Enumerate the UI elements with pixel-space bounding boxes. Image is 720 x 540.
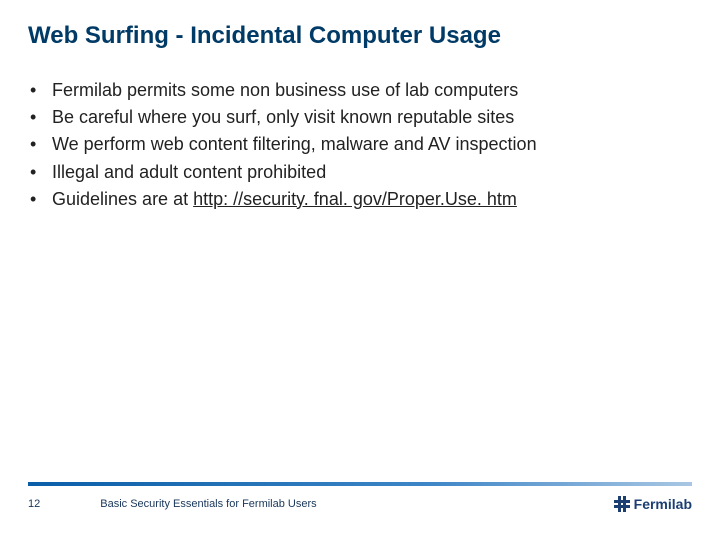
bullet-text: We perform web content filtering, malwar… [52, 132, 692, 157]
bullet-text: Fermilab permits some non business use o… [52, 78, 692, 103]
bullet-list: • Fermilab permits some non business use… [28, 78, 692, 212]
footer-title: Basic Security Essentials for Fermilab U… [100, 498, 316, 510]
list-item: • We perform web content filtering, malw… [28, 132, 692, 157]
bullet-dot: • [28, 160, 52, 185]
bullet-text: Illegal and adult content prohibited [52, 160, 692, 185]
footer-row: 12 Basic Security Essentials for Fermila… [28, 496, 692, 512]
footer-left: 12 Basic Security Essentials for Fermila… [28, 498, 317, 510]
bullet-prefix: Guidelines are at [52, 189, 193, 209]
fermilab-logo: Fermilab [614, 496, 692, 512]
footer-rule [28, 482, 692, 486]
logo-text: Fermilab [634, 496, 692, 512]
list-item: • Fermilab permits some non business use… [28, 78, 692, 103]
page-number: 12 [28, 498, 40, 510]
list-item: • Illegal and adult content prohibited [28, 160, 692, 185]
fermilab-logo-icon [614, 496, 630, 512]
bullet-text: Be careful where you surf, only visit kn… [52, 105, 692, 130]
slide-title: Web Surfing - Incidental Computer Usage [28, 22, 692, 50]
bullet-dot: • [28, 78, 52, 103]
bullet-text: Guidelines are at http: //security. fnal… [52, 187, 692, 212]
slide: Web Surfing - Incidental Computer Usage … [0, 0, 720, 540]
list-item: • Be careful where you surf, only visit … [28, 105, 692, 130]
guidelines-link[interactable]: http: //security. fnal. gov/Proper.Use. … [193, 189, 517, 209]
bullet-dot: • [28, 187, 52, 212]
list-item: • Guidelines are at http: //security. fn… [28, 187, 692, 212]
bullet-dot: • [28, 132, 52, 157]
footer: 12 Basic Security Essentials for Fermila… [28, 482, 692, 512]
bullet-dot: • [28, 105, 52, 130]
